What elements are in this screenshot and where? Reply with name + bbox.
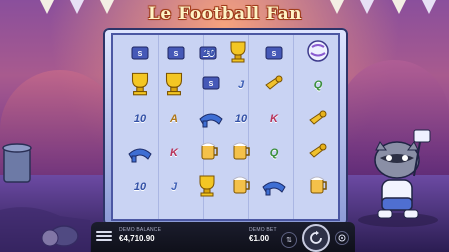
pennant — [100, 0, 114, 14]
bet-value[interactable]: €1.00 — [249, 234, 269, 243]
spin-icon — [310, 230, 322, 244]
beer-symbol — [193, 136, 225, 166]
whistle-symbol — [258, 68, 290, 98]
symbol-k: K — [270, 113, 278, 125]
scarf-symbol — [258, 171, 290, 201]
trash-can-decoration — [0, 143, 90, 252]
balance-label: DEMO BALANCE — [119, 227, 162, 233]
symbol-ten: 10 — [133, 181, 147, 193]
scarf-symbol — [124, 138, 156, 168]
beer-symbol — [302, 170, 334, 200]
symbol-ten: 10 — [202, 47, 216, 59]
svg-text:S: S — [272, 51, 277, 58]
symbol-q: Q — [269, 147, 279, 159]
pennant — [392, 0, 406, 14]
svg-text:S: S — [209, 81, 214, 88]
pennant — [422, 0, 436, 14]
reel-divider — [293, 35, 294, 219]
ticket-symbol: S — [195, 68, 227, 98]
symbol-j: J — [170, 181, 178, 193]
ticket-symbol: S — [160, 38, 192, 68]
trophy-symbol — [222, 36, 254, 66]
pennant — [70, 0, 84, 14]
trophy-symbol — [124, 68, 156, 98]
bet-adjust-icon[interactable]: ⇅ — [281, 232, 297, 248]
balance-value: €4,710.90 — [119, 234, 155, 243]
autoplay-icon — [338, 234, 346, 242]
symbol-ten: 10 — [133, 113, 147, 125]
game-logo: Le Football Fan — [147, 4, 303, 24]
whistle-symbol — [302, 136, 334, 166]
symbol-a: A — [170, 113, 178, 125]
symbol-k: K — [170, 147, 178, 159]
pennant — [40, 0, 54, 14]
ball-symbol — [302, 36, 334, 66]
pennant — [360, 0, 374, 14]
ticket-symbol: S — [258, 38, 290, 68]
scarf-symbol — [195, 103, 227, 133]
svg-text:S: S — [174, 51, 179, 58]
beer-symbol — [225, 136, 257, 166]
ticket-symbol: S — [124, 38, 156, 68]
svg-text:S: S — [138, 51, 143, 58]
raccoon-mascot — [358, 129, 438, 227]
symbol-ten: 10 — [234, 113, 248, 125]
whistle-symbol — [302, 103, 334, 133]
pennant — [330, 0, 344, 14]
trophy-symbol — [158, 68, 190, 98]
beer-symbol — [225, 170, 257, 200]
trophy-symbol — [191, 170, 223, 200]
spin-button[interactable] — [302, 224, 330, 252]
autoplay-button[interactable] — [335, 231, 349, 245]
bet-label: DEMO BET — [249, 227, 277, 233]
symbol-q: Q — [313, 79, 323, 91]
symbol-j: J — [237, 79, 245, 91]
menu-icon[interactable] — [96, 229, 112, 243]
